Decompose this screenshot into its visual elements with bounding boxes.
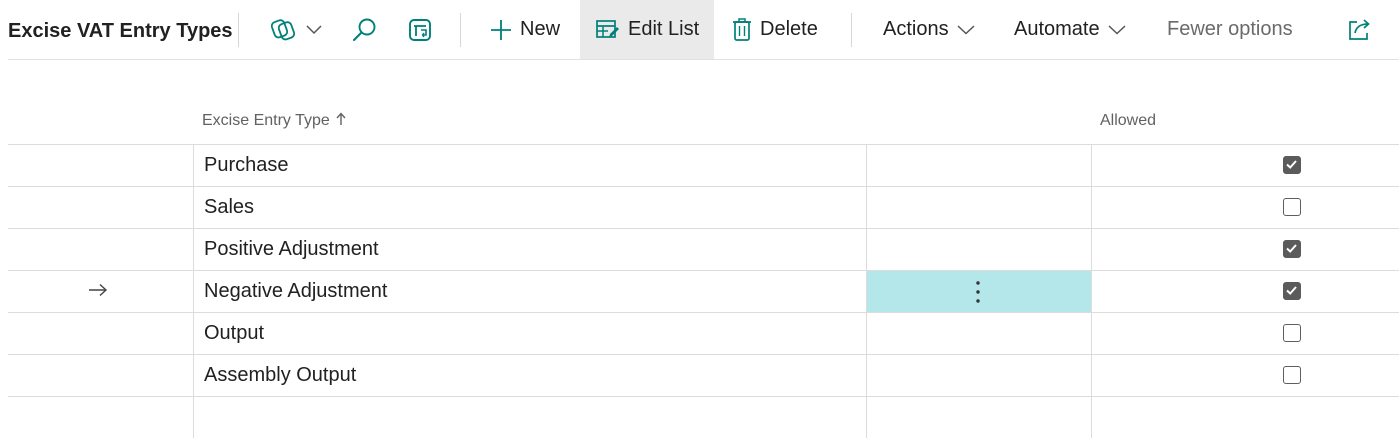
edit-list-icon xyxy=(596,19,620,41)
row-actions-cell[interactable] xyxy=(866,313,1091,354)
actions-menu-button[interactable]: Actions xyxy=(883,0,975,59)
plus-icon xyxy=(490,19,512,41)
delete-button-label: Delete xyxy=(760,18,818,40)
cell-excise-entry-type[interactable]: Sales xyxy=(193,187,866,228)
cell-excise-entry-type[interactable]: Purchase xyxy=(193,145,866,186)
cell-excise-entry-type[interactable]: Output xyxy=(193,313,866,354)
share-mode-button[interactable] xyxy=(270,0,322,59)
arrow-right-icon xyxy=(88,283,108,302)
row-selector[interactable] xyxy=(8,145,193,186)
table-row[interactable] xyxy=(8,396,1399,438)
new-button[interactable]: New xyxy=(490,0,560,59)
allowed-checkbox[interactable] xyxy=(1283,282,1301,300)
allowed-checkbox[interactable] xyxy=(1283,240,1301,258)
delete-button[interactable]: Delete xyxy=(732,0,818,59)
table-row[interactable]: Negative Adjustment xyxy=(8,270,1399,312)
row-actions-cell[interactable] xyxy=(866,271,1091,312)
allowed-checkbox[interactable] xyxy=(1283,366,1301,384)
copilot-icon xyxy=(270,17,298,43)
cell-allowed xyxy=(1091,145,1399,186)
sort-ascending-icon xyxy=(336,112,346,129)
search-icon xyxy=(352,17,378,43)
allowed-checkbox[interactable] xyxy=(1283,198,1301,216)
share-button[interactable] xyxy=(1347,0,1373,59)
table-row[interactable]: Sales xyxy=(8,186,1399,228)
cell-allowed xyxy=(1091,355,1399,396)
cell-allowed xyxy=(1091,313,1399,354)
table-row[interactable]: Positive Adjustment xyxy=(8,228,1399,270)
table-row[interactable]: Output xyxy=(8,312,1399,354)
cell-excise-entry-type[interactable]: Assembly Output xyxy=(193,355,866,396)
edit-list-button-label: Edit List xyxy=(628,18,700,40)
chevron-down-icon xyxy=(1108,24,1126,35)
table-row[interactable]: Assembly Output xyxy=(8,354,1399,396)
more-options-icon[interactable] xyxy=(975,280,981,309)
row-actions-cell[interactable] xyxy=(866,229,1091,270)
row-selector[interactable] xyxy=(8,355,193,396)
cell-excise-entry-type[interactable]: Positive Adjustment xyxy=(193,229,866,270)
filter-pane-button[interactable] xyxy=(407,0,433,59)
row-selector[interactable] xyxy=(8,313,193,354)
trash-icon xyxy=(732,17,752,42)
column-header-allowed[interactable]: Allowed xyxy=(1100,112,1156,130)
toolbar-separator xyxy=(460,13,461,47)
new-button-label: New xyxy=(520,18,561,40)
chevron-down-icon xyxy=(306,24,322,35)
automate-label: Automate xyxy=(1014,18,1100,40)
toolbar-separator xyxy=(851,13,852,47)
toolbar-separator xyxy=(238,13,239,47)
allowed-checkbox[interactable] xyxy=(1283,156,1301,174)
row-actions-cell[interactable] xyxy=(866,187,1091,228)
fewer-options-label: Fewer options xyxy=(1167,18,1293,40)
automate-menu-button[interactable]: Automate xyxy=(1014,0,1126,59)
allowed-checkbox[interactable] xyxy=(1283,324,1301,342)
toolbar-bottom-border xyxy=(8,59,1399,60)
cell-excise-entry-type[interactable]: Negative Adjustment xyxy=(193,271,866,312)
actions-label: Actions xyxy=(883,18,949,40)
share-icon xyxy=(1347,18,1373,42)
action-bar: Excise VAT Entry Types New Edit List Del… xyxy=(0,0,1399,60)
chevron-down-icon xyxy=(957,24,975,35)
row-selector[interactable] xyxy=(8,229,193,270)
table-row[interactable]: Purchase xyxy=(8,144,1399,186)
column-header-excise-entry-type[interactable]: Excise Entry Type xyxy=(202,112,346,130)
column-header-label: Excise Entry Type xyxy=(202,112,330,129)
row-selector[interactable] xyxy=(8,187,193,228)
cell-allowed xyxy=(1091,187,1399,228)
fewer-options-button[interactable]: Fewer options xyxy=(1167,0,1293,59)
filter-pane-icon xyxy=(407,17,433,43)
edit-list-button[interactable]: Edit List xyxy=(580,0,714,59)
cell-allowed xyxy=(1091,271,1399,312)
search-button[interactable] xyxy=(352,0,378,59)
row-selector[interactable] xyxy=(8,271,193,312)
row-actions-cell[interactable] xyxy=(866,145,1091,186)
page-title: Excise VAT Entry Types xyxy=(8,20,233,42)
cell-allowed xyxy=(1091,229,1399,270)
row-actions-cell[interactable] xyxy=(866,355,1091,396)
